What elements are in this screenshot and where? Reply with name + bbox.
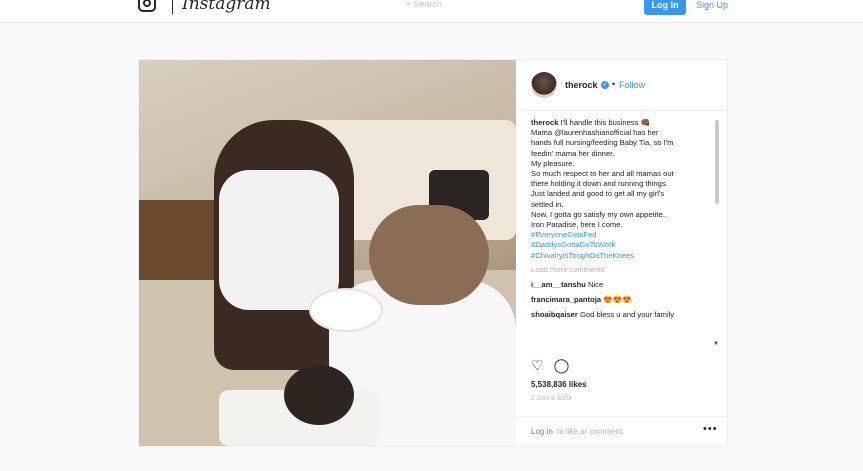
photo-plate [309, 288, 383, 332]
hashtag-link[interactable]: #EveryoneGetsFed [531, 230, 719, 240]
top-nav-bar: Instagram ⌕ Search Log In Sign Up [0, 0, 863, 23]
caption-line: Iron Paradise, here I come. [531, 220, 623, 230]
scroll-down-arrow-icon[interactable]: ▼ [713, 341, 719, 347]
instagram-wordmark[interactable]: Instagram [182, 0, 271, 14]
avatar[interactable] [531, 72, 557, 98]
signup-link[interactable]: Sign Up [696, 0, 728, 10]
caption-line: settled in. [531, 199, 564, 209]
caption-line: Just landed and good to get all my girl'… [531, 189, 665, 199]
post-sidebar: therock ✓ • Follow therock I'll handle t… [517, 60, 727, 446]
comment-user[interactable]: i__am__tanshu [531, 280, 586, 289]
search-icon: ⌕ [406, 0, 411, 8]
likes-count[interactable]: 5,538,836 likes [531, 380, 587, 389]
caption-author[interactable]: therock [531, 118, 558, 127]
photo-man-shirt [219, 170, 339, 310]
comment-text: Nice [588, 280, 604, 290]
post-header: therock ✓ • Follow [517, 60, 727, 111]
login-link[interactable]: Log in [531, 427, 553, 436]
post-photo[interactable] [139, 60, 516, 446]
load-more-comments-link[interactable]: Load more comments [531, 265, 719, 275]
comment-text: 😍😍😍 [603, 295, 632, 305]
scrollbar-thumb[interactable] [715, 120, 719, 204]
comment-item: i__am__tanshu Nice [531, 280, 719, 290]
instagram-logo-icon[interactable] [138, 0, 156, 12]
caption-line: I'll handle this business 👊🏾 [558, 118, 650, 127]
comment-item: shoaibqaiser God bless u and your family [531, 310, 719, 320]
caption-line: feedin' mama her dinner. [531, 148, 615, 158]
post-actions: ♡ ◯ [531, 358, 569, 372]
comment-icon[interactable]: ◯ [554, 358, 570, 372]
caption-line: hands full nursing/feeding Baby Tia, so … [531, 138, 674, 148]
follow-button[interactable]: Follow [619, 80, 645, 90]
caption-line: My pleasure. [531, 158, 575, 168]
caption-line: So much respect to her and all mamas out [531, 169, 674, 179]
comments-scrollbar[interactable] [715, 120, 719, 350]
logo-divider [172, 0, 173, 14]
photo-woman-hair [369, 205, 489, 305]
post-card: therock ✓ • Follow therock I'll handle t… [138, 59, 728, 447]
like-comment-prompt: to like or comment. [557, 427, 625, 436]
verified-badge-icon: ✓ [601, 81, 609, 89]
comment-user[interactable]: francimara_pantoja [531, 295, 601, 304]
header-separator: • [612, 79, 616, 89]
hashtag-link[interactable]: #ChivalryIsToughOnTheKnees [531, 251, 719, 261]
caption-line: Mama @laurenhashianofficial has her [531, 128, 659, 138]
heart-icon[interactable]: ♡ [531, 358, 544, 372]
comment-item: francimara_pantoja 😍😍😍 [531, 295, 719, 305]
more-options-icon[interactable]: ••• [703, 423, 718, 435]
post-footer: Log in to like or comment. ••• [517, 416, 727, 447]
comment-user[interactable]: shoaibqaiser [531, 310, 578, 319]
hashtag-link[interactable]: #DaddysGottaGoToWork [531, 240, 719, 250]
comment-text: God bless u and your family [579, 310, 675, 320]
search-input[interactable]: ⌕ Search [406, 0, 468, 12]
login-button[interactable]: Log In [644, 0, 686, 15]
post-username[interactable]: therock [565, 80, 598, 90]
caption-line: there holding it down and running things… [531, 179, 668, 189]
search-placeholder: Search [413, 0, 443, 9]
caption-line: Now, I gotta go satisfy my own appetite.… [531, 209, 667, 219]
comments-list[interactable]: therock I'll handle this business 👊🏾 Mam… [531, 118, 719, 350]
post-timestamp: 2 DAYS AGO [531, 396, 572, 402]
photo-baby [284, 365, 354, 425]
caption-first-line: therock I'll handle this business 👊🏾 [531, 118, 719, 128]
